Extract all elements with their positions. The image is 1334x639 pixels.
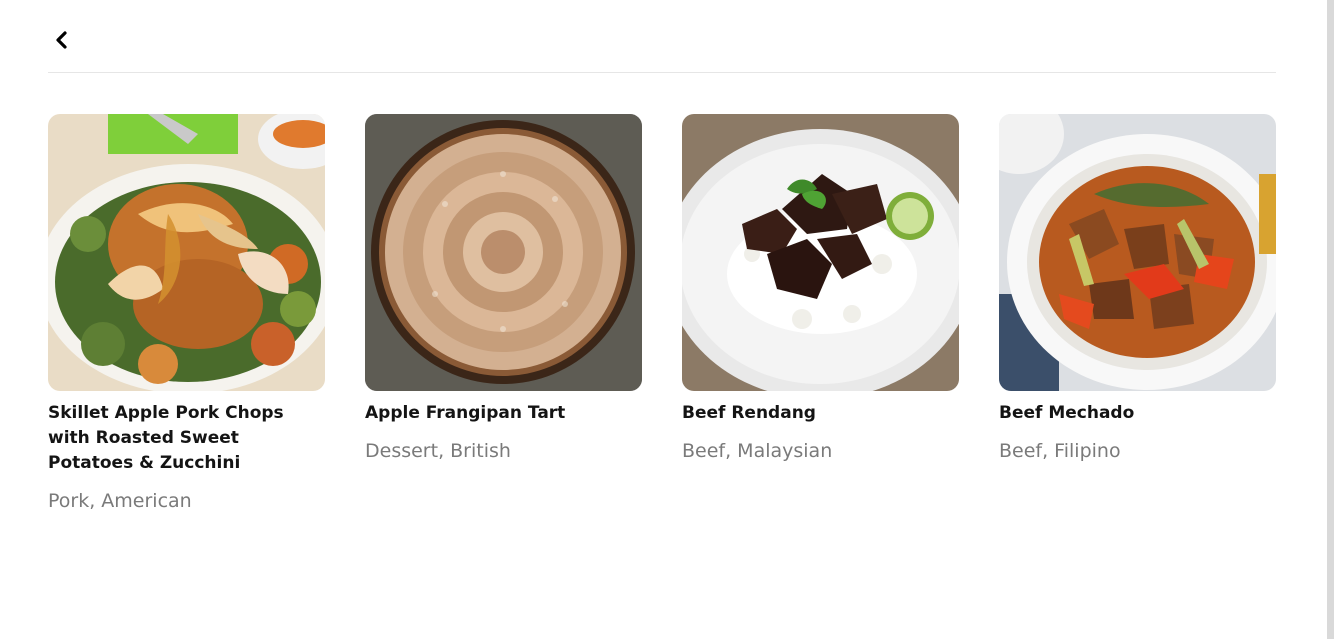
recipe-image[interactable] [48, 114, 325, 391]
recipe-image[interactable] [682, 114, 959, 391]
recipe-image[interactable] [365, 114, 642, 391]
recipe-card[interactable]: Apple Frangipan Tart Dessert, British [365, 114, 642, 514]
recipe-title[interactable]: Beef Rendang [682, 401, 959, 426]
recipe-card[interactable]: Beef Mechado Beef, Filipino [999, 114, 1276, 514]
beef-rendang-photo [682, 114, 959, 391]
recipe-tags: Dessert, British [365, 440, 511, 462]
recipe-tags: Beef, Filipino [999, 440, 1121, 462]
recipe-card[interactable]: Skillet Apple Pork Chops with Roasted Sw… [48, 114, 325, 514]
scrollbar-thumb[interactable] [1327, 0, 1334, 639]
chevron-left-icon [56, 31, 67, 49]
recipe-title[interactable]: Beef Mechado [999, 401, 1276, 426]
back-button[interactable] [50, 26, 74, 54]
apple-tart-photo [365, 114, 642, 391]
recipe-list-page: Skillet Apple Pork Chops with Roasted Sw… [0, 0, 1334, 639]
recipe-tags: Beef, Malaysian [682, 440, 833, 462]
beef-mechado-photo [999, 114, 1276, 391]
recipe-tags: Pork, American [48, 490, 192, 512]
recipe-grid: Skillet Apple Pork Chops with Roasted Sw… [48, 114, 1276, 514]
recipe-image[interactable] [999, 114, 1276, 391]
recipe-title[interactable]: Apple Frangipan Tart [365, 401, 642, 426]
header-bar [48, 0, 1276, 73]
recipe-title[interactable]: Skillet Apple Pork Chops with Roasted Sw… [48, 401, 325, 476]
recipe-card[interactable]: Beef Rendang Beef, Malaysian [682, 114, 959, 514]
pork-chops-photo [48, 114, 325, 391]
